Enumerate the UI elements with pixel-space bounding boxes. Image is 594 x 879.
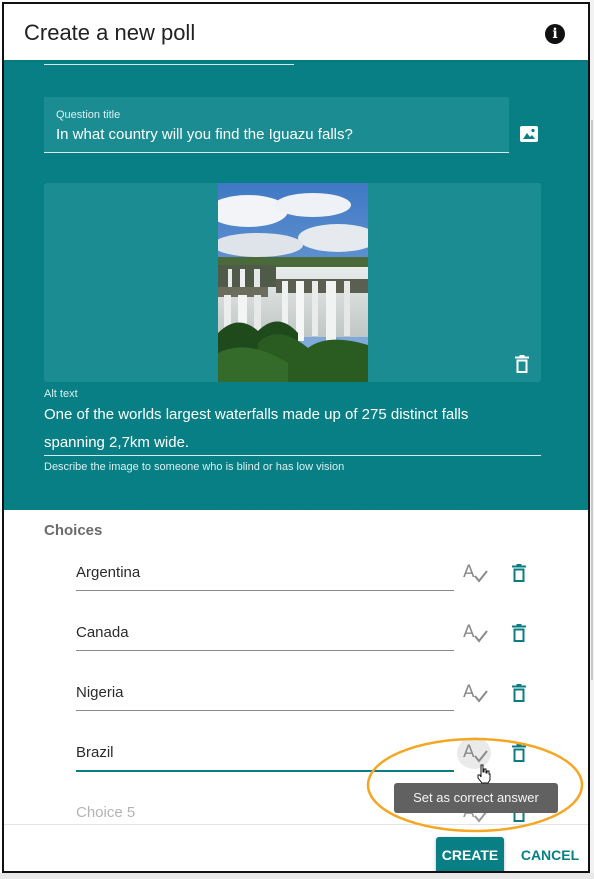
spellcheck-icon[interactable]: A [463,622,489,644]
create-button[interactable]: CREATE [436,837,504,871]
svg-text:A: A [463,682,475,702]
dialog-title: Create a new poll [24,20,196,45]
delete-choice-trash-icon[interactable] [512,744,526,767]
alt-text-input[interactable]: One of the worlds largest waterfalls mad… [44,401,514,457]
image-icon[interactable] [520,126,538,142]
delete-choice-trash-icon[interactable] [512,624,526,647]
spellcheck-icon[interactable]: A [457,737,491,769]
background-page-edge [0,873,594,879]
svg-text:A: A [463,742,475,762]
choices-title: Choices [44,522,103,539]
question-title-field[interactable]: Question title In what country will you … [44,97,509,153]
choice-row[interactable]: Brazil [76,737,454,773]
hand-cursor-icon [476,764,492,789]
alt-text-label: Alt text [44,388,78,400]
dialog-footer: CREATE CANCEL [4,824,588,871]
alt-text-helper: Describe the image to someone who is bli… [44,461,345,473]
choice-underline [76,590,454,591]
choice-row[interactable]: Canada [76,617,454,653]
previous-field-underline [44,64,294,65]
remove-image-trash-icon[interactable] [515,355,529,378]
delete-choice-trash-icon[interactable] [512,684,526,707]
delete-choice-trash-icon[interactable] [512,564,526,587]
section-curve [4,488,588,510]
alt-text-underline [44,455,541,456]
choice-input[interactable]: Argentina [76,564,140,581]
waterfall-photo [218,183,368,382]
choice-row[interactable]: Nigeria [76,677,454,713]
create-poll-dialog: Create a new poll i Question title In wh… [2,2,590,873]
spellcheck-icon[interactable]: A [463,562,489,584]
info-icon[interactable]: i [545,24,565,44]
question-section: Question title In what country will you … [4,60,588,510]
background-scrollbar [590,0,594,879]
svg-text:A: A [463,622,475,642]
choice-input[interactable]: Nigeria [76,684,124,701]
question-title-input[interactable]: In what country will you find the Iguazu… [56,126,353,143]
choice-underline [76,710,454,711]
question-title-label: Question title [56,109,121,121]
choice-input[interactable]: Brazil [76,744,114,761]
choice-placeholder-input[interactable]: Choice 5 [76,804,135,821]
dialog-header: Create a new poll i [4,4,588,60]
cancel-button[interactable]: CANCEL [518,837,582,871]
choice-input[interactable]: Canada [76,624,129,641]
choice-row[interactable]: Argentina [76,557,454,593]
svg-text:A: A [463,562,475,582]
choice-underline [76,770,454,772]
spellcheck-icon[interactable]: A [463,682,489,704]
image-preview-panel [44,183,541,382]
choice-underline [76,650,454,651]
